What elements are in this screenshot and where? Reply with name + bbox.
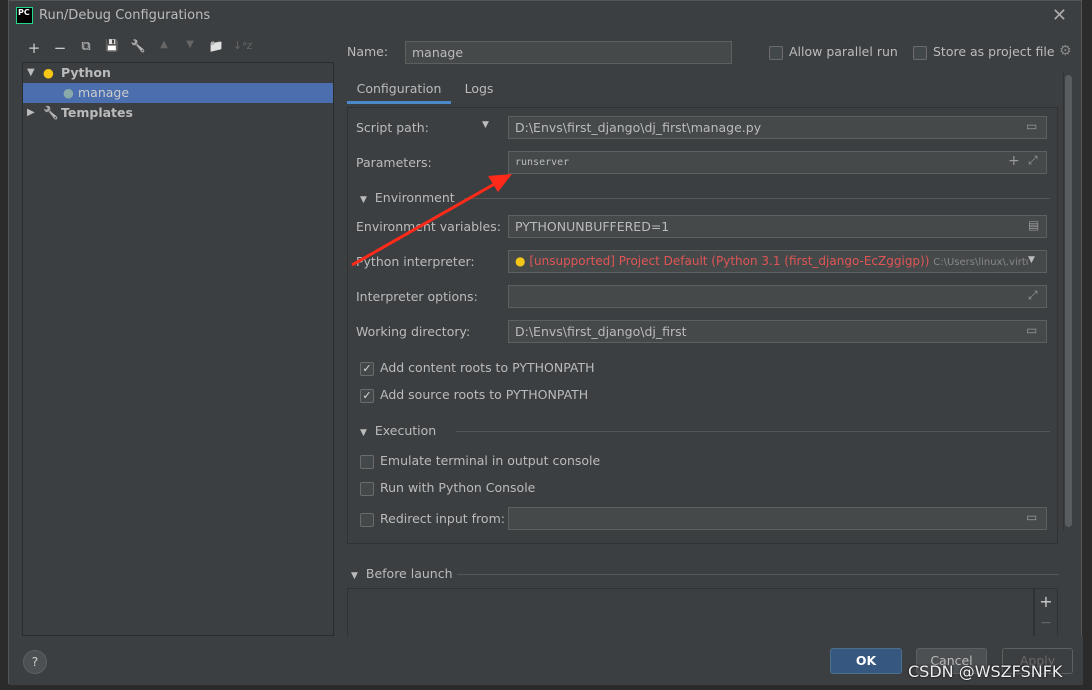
arrow-shaft [351, 180, 499, 267]
arrow-head [488, 174, 512, 192]
red-annotation-arrow [351, 174, 512, 267]
watermark: CSDN @WSZFSNFK [908, 662, 1063, 681]
